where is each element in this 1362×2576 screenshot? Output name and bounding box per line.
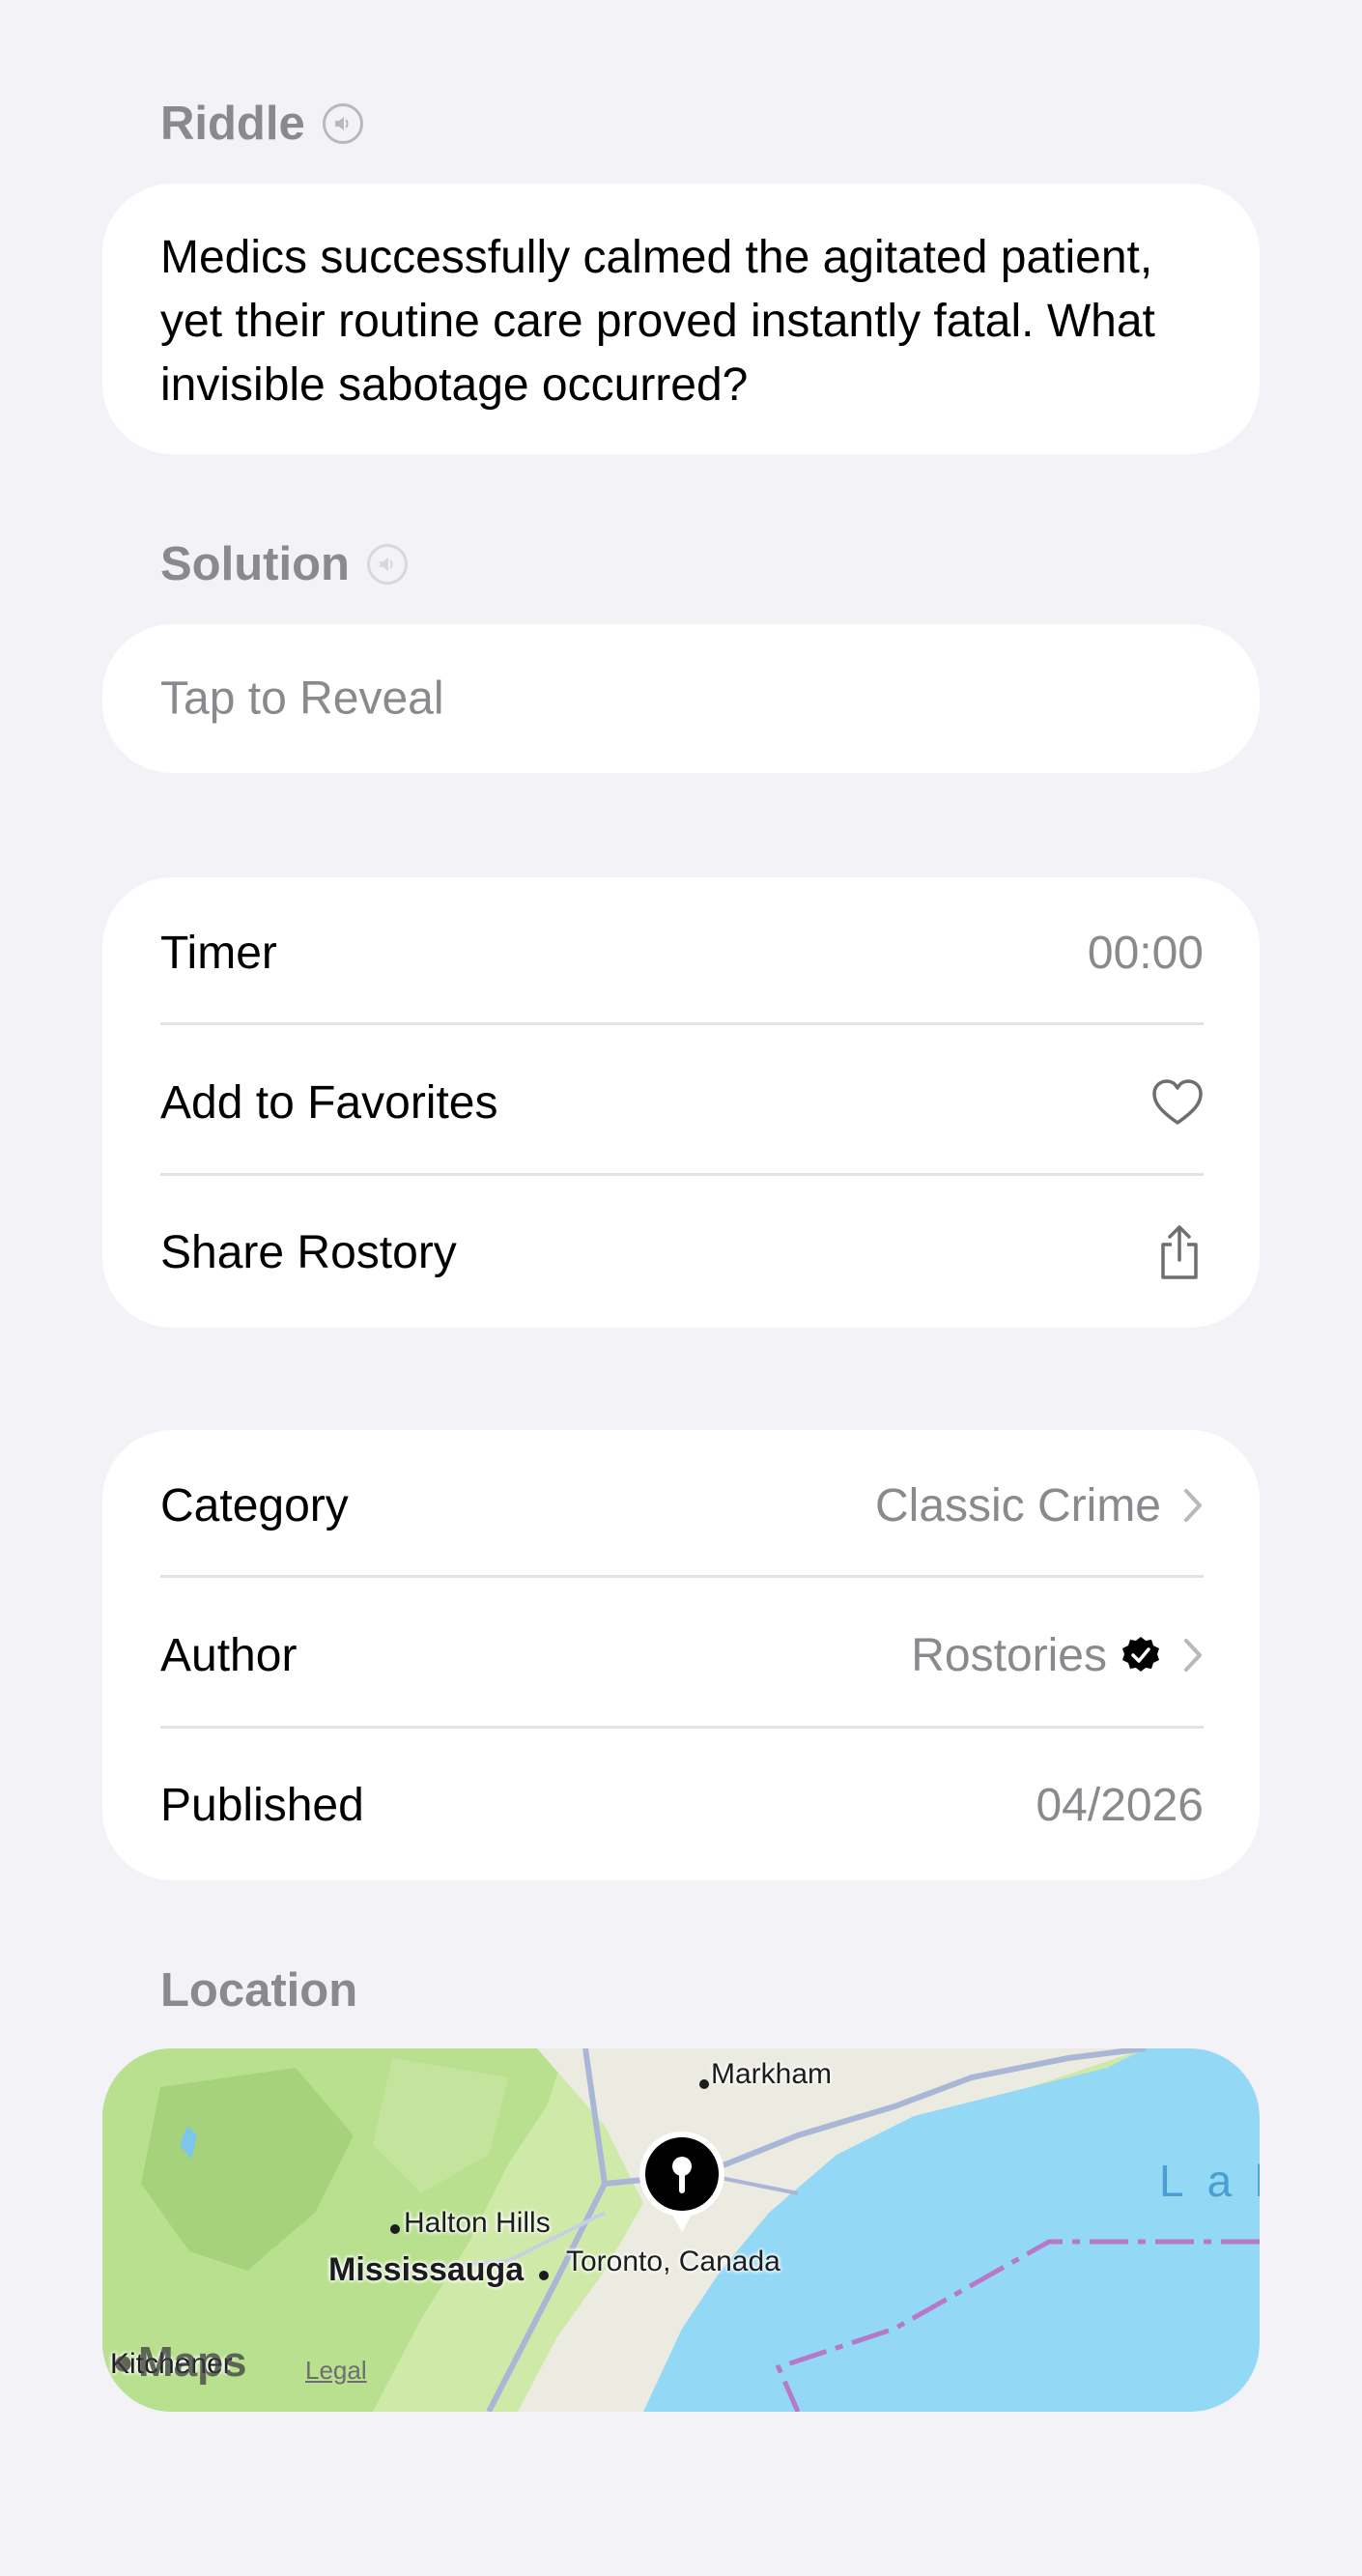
location-section-label: Location <box>160 1963 357 2018</box>
heart-icon[interactable] <box>1151 1078 1204 1127</box>
share-row[interactable]: Share Rostory <box>160 1177 1204 1328</box>
share-icon[interactable] <box>1155 1223 1204 1281</box>
timer-value: 00:00 <box>1087 927 1204 979</box>
solution-reveal-card[interactable]: Tap to Reveal <box>102 624 1260 773</box>
published-value: 04/2026 <box>1036 1779 1204 1831</box>
map-label-toronto: Toronto, Canada <box>566 2246 780 2277</box>
riddle-text: Medics successfully calmed the agitated … <box>160 232 1155 411</box>
tap-to-reveal[interactable]: Tap to Reveal <box>160 673 444 726</box>
divider <box>160 1726 1204 1729</box>
solution-section-label: Solution <box>160 537 408 591</box>
category-row[interactable]: Category Classic Crime <box>160 1430 1204 1581</box>
author-value: Rostories <box>911 1629 1107 1681</box>
verified-badge-icon <box>1122 1637 1159 1672</box>
maps-brand: Maps <box>137 2338 247 2386</box>
divider <box>160 1022 1204 1025</box>
map-label-halton-hills: Halton Hills <box>404 2207 551 2239</box>
author-row[interactable]: Author Rostories <box>160 1580 1204 1731</box>
location-map[interactable]: Markham Halton Hills Mississauga Toronto… <box>102 2048 1260 2412</box>
chevron-right-icon <box>1184 1489 1202 1522</box>
map-label-lake: Lak <box>1159 2156 1260 2206</box>
actions-card: Timer 00:00 Add to Favorites Share Rosto… <box>102 877 1260 1328</box>
map-dot <box>699 2079 709 2089</box>
divider <box>160 1173 1204 1176</box>
riddle-label: Riddle <box>160 98 305 150</box>
map-pin-icon[interactable] <box>638 2130 726 2238</box>
timer-label: Timer <box>160 927 277 979</box>
riddle-section-label: Riddle <box>160 97 363 151</box>
category-value: Classic Crime <box>874 1479 1161 1531</box>
author-label: Author <box>160 1629 298 1681</box>
location-label: Location <box>160 1964 358 2017</box>
legal-link[interactable]: Legal <box>305 2356 367 2386</box>
riddle-card: Medics successfully calmed the agitated … <box>102 184 1260 454</box>
published-label: Published <box>160 1779 364 1831</box>
details-card: Category Classic Crime Author Rostories … <box>102 1430 1260 1880</box>
map-dot <box>390 2224 400 2234</box>
speaker-icon[interactable] <box>366 544 408 585</box>
apple-logo-icon: ● <box>112 2341 134 2383</box>
divider <box>160 1575 1204 1578</box>
map-label-markham: Markham <box>711 2058 833 2090</box>
chevron-right-icon <box>1184 1639 1202 1672</box>
favorites-row[interactable]: Add to Favorites <box>160 1027 1204 1178</box>
share-label: Share Rostory <box>160 1226 457 1278</box>
map-dot <box>539 2271 549 2280</box>
category-label: Category <box>160 1479 349 1531</box>
maps-logo: ● Maps <box>112 2338 246 2387</box>
speaker-icon[interactable] <box>322 103 363 144</box>
timer-row[interactable]: Timer 00:00 <box>160 877 1204 1028</box>
solution-label: Solution <box>160 538 350 590</box>
map-label-mississauga: Mississauga <box>328 2251 525 2288</box>
published-row: Published 04/2026 <box>160 1730 1204 1880</box>
favorites-label: Add to Favorites <box>160 1076 498 1129</box>
